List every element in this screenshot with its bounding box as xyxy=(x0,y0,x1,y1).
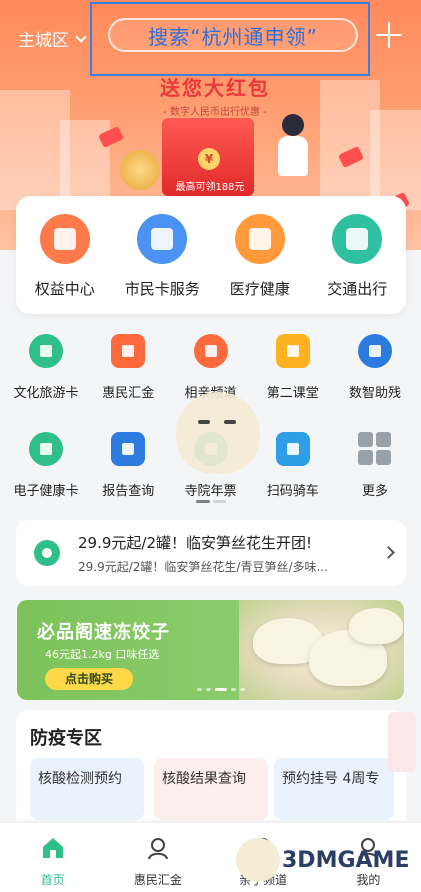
health-card-icon xyxy=(29,432,63,466)
ad-pager xyxy=(197,688,245,691)
floating-side-tag[interactable] xyxy=(388,712,416,772)
promo-max-amount: 最高可领188元 xyxy=(175,182,245,193)
service-label: 市民卡服务 xyxy=(124,280,200,298)
illustration-person xyxy=(268,110,318,190)
service-item[interactable]: 医疗健康 xyxy=(216,214,304,314)
grid-label: 电子健康卡 xyxy=(13,484,79,499)
registration-card[interactable]: 预约挂号 4周专 xyxy=(274,758,394,820)
promo-subtitle: - 数字人民币出行优惠 - xyxy=(163,107,267,118)
watermark-text: 3DMGAME xyxy=(282,847,410,873)
diamond-icon xyxy=(39,214,90,264)
grid-item[interactable]: 第二课堂 xyxy=(253,326,333,424)
nucleic-booking-card[interactable]: 核酸检测预约 xyxy=(30,758,144,820)
more-grid-icon xyxy=(358,432,392,466)
ticket-icon xyxy=(29,334,63,368)
service-item[interactable]: 市民卡服务 xyxy=(118,214,206,314)
tab-label: 首页 xyxy=(40,873,65,887)
dumpling-ad-banner[interactable]: 必品阁速冻饺子 46元起1.2kg 口味任选 点击购买 xyxy=(17,600,404,700)
search-highlight-box xyxy=(90,2,370,76)
money-bag-icon xyxy=(111,334,146,368)
chevron-down-icon xyxy=(75,30,87,43)
bus-icon xyxy=(332,214,383,264)
tab-1[interactable]: 惠民汇金 xyxy=(105,823,210,892)
money-bag-icon xyxy=(145,835,171,861)
plus-icon[interactable] xyxy=(376,22,402,48)
service-label: 医疗健康 xyxy=(229,280,290,298)
grid-label: 数智助残 xyxy=(348,386,401,401)
promo-title: 送您大红包 xyxy=(160,76,270,100)
mascot-logo-icon xyxy=(236,838,280,882)
grid-item[interactable]: 扫码骑车 xyxy=(253,424,333,522)
mascot-illustration xyxy=(176,392,260,474)
grid-label: 寺院年票 xyxy=(184,484,237,499)
news-subtitle: 29.9元起/2罐！临安笋丝花生/青豆笋丝/多味... xyxy=(78,560,328,574)
report-icon xyxy=(111,432,146,466)
yuan-coin-icon: ¥ xyxy=(198,148,220,170)
grid-item[interactable]: 惠民汇金 xyxy=(88,326,168,424)
grid-item[interactable]: 文化旅游卡 xyxy=(6,326,86,424)
service-label: 交通出行 xyxy=(327,280,388,298)
smile-icon xyxy=(34,540,60,566)
grid-label: 报告查询 xyxy=(102,484,155,499)
top-bar: 主城区 搜索“杭州通申领” xyxy=(0,0,421,76)
grid-item[interactable]: 报告查询 xyxy=(88,424,168,522)
grid-item[interactable]: 数智助残 xyxy=(335,326,415,424)
service-label: 权益中心 xyxy=(34,280,95,298)
grid-pager xyxy=(196,500,226,504)
dumpling-photo xyxy=(239,600,404,700)
card-label: 核酸检测预约 xyxy=(38,771,122,787)
grid-label: 更多 xyxy=(361,484,388,499)
news-strip[interactable]: 29.9元起/2罐！临安笋丝花生开团! 29.9元起/2罐！临安笋丝花生/青豆笋… xyxy=(16,520,406,586)
watermark: 3DMGAME xyxy=(236,836,416,884)
grid-label: 扫码骑车 xyxy=(266,484,319,499)
card-label: 核酸结果查询 xyxy=(162,771,246,787)
ad-subtitle: 46元起1.2kg 口味任选 xyxy=(45,648,160,661)
grid-item[interactable]: 电子健康卡 xyxy=(6,424,86,522)
couple-icon xyxy=(193,334,228,368)
grid-label: 第二课堂 xyxy=(266,386,319,401)
tab-0[interactable]: 首页 xyxy=(0,823,105,892)
service-item[interactable]: 交通出行 xyxy=(313,214,401,314)
grid-label: 惠民汇金 xyxy=(102,386,155,401)
city-label: 主城区 xyxy=(18,31,69,51)
nucleic-result-card[interactable]: 核酸结果查询 xyxy=(154,758,268,820)
ad-title: 必品阁速冻饺子 xyxy=(37,622,170,643)
city-selector[interactable]: 主城区 xyxy=(18,26,87,51)
medical-kit-icon xyxy=(234,214,285,264)
buy-button[interactable]: 点击购买 xyxy=(45,668,133,690)
epidemic-section: 防疫专区 核酸检测预约 核酸结果查询 预约挂号 4周专 xyxy=(16,710,406,820)
classroom-icon xyxy=(275,334,310,368)
card-label: 预约挂号 4周专 xyxy=(282,771,380,787)
chevron-right-icon xyxy=(382,546,395,559)
home-icon xyxy=(40,835,66,861)
tab-label: 惠民汇金 xyxy=(133,873,182,887)
grid-item[interactable]: 更多 xyxy=(335,424,415,522)
assist-icon xyxy=(358,334,392,368)
news-title: 29.9元起/2罐！临安笋丝花生开团! xyxy=(78,534,313,552)
section-title: 防疫专区 xyxy=(30,728,102,749)
service-item[interactable]: 权益中心 xyxy=(21,214,109,314)
service-card: 权益中心 市民卡服务 医疗健康 交通出行 xyxy=(16,196,406,314)
grid-label: 文化旅游卡 xyxy=(13,386,79,401)
card-icon xyxy=(137,214,188,264)
bike-icon xyxy=(275,432,310,466)
